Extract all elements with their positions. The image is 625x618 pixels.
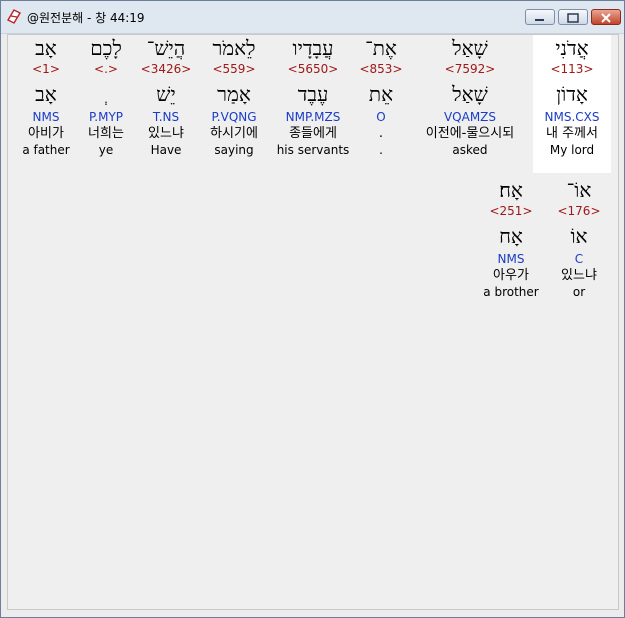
korean-gloss: 있느냐: [561, 268, 597, 283]
strong-number: <1>: [32, 62, 60, 76]
parse-code: NMS: [32, 110, 60, 124]
close-icon: [601, 13, 611, 23]
parse-code: P.VQNG: [211, 110, 257, 124]
word-column[interactable]: אָח׃ <251> אָח NMS 아우가 a brother: [478, 177, 544, 300]
word-column[interactable]: לָכֶם <.> ְ P.MYP 너희는 ye: [78, 35, 134, 158]
parse-code: P.MYP: [88, 110, 124, 124]
parse-code: NMP.MZS: [285, 110, 341, 124]
word-column[interactable]: אֲדֹנִי <113> אָדוֹן NMS.CXS 내 주께서 My lo…: [533, 35, 611, 173]
maximize-icon: [567, 13, 579, 23]
parse-code: T.NS: [152, 110, 180, 124]
hebrew-word: אוֹ־: [566, 178, 592, 202]
minimize-button[interactable]: [525, 9, 555, 25]
korean-gloss: 너희는: [88, 126, 124, 141]
english-gloss: a brother: [483, 285, 539, 299]
strong-number: <176>: [557, 204, 601, 218]
korean-gloss: 내 주께서: [546, 126, 598, 141]
lemma-word: אָב: [35, 82, 57, 106]
lemma-word: ְ: [78, 79, 134, 109]
hebrew-word: עֲבָדָיו: [292, 36, 334, 60]
english-gloss: .: [379, 143, 383, 157]
english-gloss: Have: [150, 143, 182, 157]
app-window: @원전분해 - 창 44:19 אֲדֹנִי <113> אָדוֹן NMS…: [0, 0, 625, 618]
korean-gloss: 하시기에: [210, 126, 258, 141]
english-gloss: ye: [98, 143, 114, 157]
lemma-word: אֵת: [368, 82, 394, 106]
strong-number: <853>: [359, 62, 403, 76]
lemma-word: אָמַר: [217, 82, 251, 106]
strong-number: <113>: [550, 62, 594, 76]
word-column[interactable]: אֶת־ <853> אֵת O . .: [356, 35, 406, 158]
lemma-word: אוֹ: [570, 224, 588, 248]
word-column[interactable]: הֲיֵשׁ־ <3426> יֵשׁ T.NS 있느냐 Have: [138, 35, 194, 158]
hebrew-word: אֲדֹנִי: [555, 36, 589, 60]
korean-gloss: 있느냐: [148, 126, 184, 141]
lemma-word: שָׁאַל: [452, 82, 488, 106]
strong-number: <3426>: [140, 62, 192, 76]
word-column[interactable]: עֲבָדָיו <5650> עֶבֶד NMP.MZS 종들에게 his s…: [272, 35, 354, 158]
parse-code: NMS.CXS: [544, 110, 600, 124]
strong-number: <7592>: [444, 62, 496, 76]
strong-number: <5650>: [287, 62, 339, 76]
english-gloss: a father: [22, 143, 70, 157]
hebrew-word: לָכֶם: [90, 36, 122, 60]
parse-code: VQAMZS: [443, 110, 497, 124]
strong-number: <251>: [489, 204, 533, 218]
maximize-button[interactable]: [558, 9, 588, 25]
close-button[interactable]: [591, 9, 621, 25]
korean-gloss: 종들에게: [289, 126, 337, 141]
english-gloss: asked: [452, 143, 488, 157]
lemma-word: יֵשׁ: [156, 82, 176, 106]
english-gloss: his servants: [276, 143, 350, 157]
parse-code: NMS: [497, 252, 525, 266]
strong-number: <559>: [212, 62, 256, 76]
parse-code: C: [574, 252, 584, 266]
english-gloss: saying: [214, 143, 254, 157]
korean-gloss: 아비가: [28, 126, 64, 141]
hebrew-word: אָח׃: [499, 178, 523, 202]
window-title: @원전분해 - 창 44:19: [27, 11, 145, 25]
hebrew-word: הֲיֵשׁ־: [146, 36, 186, 60]
word-column[interactable]: אָב <1> אָב NMS 아비가 a father: [18, 35, 74, 158]
parse-code: O: [376, 110, 386, 124]
korean-gloss: 아우가: [493, 268, 529, 283]
hebrew-word: שָׁאַל: [452, 36, 488, 60]
korean-gloss: 이전에-물으시되: [425, 126, 515, 141]
app-icon: [7, 9, 21, 24]
english-gloss: My lord: [549, 143, 595, 157]
english-gloss: or: [572, 285, 586, 299]
hebrew-word: אֶת־: [365, 36, 397, 60]
strong-number: <.>: [94, 62, 118, 76]
hebrew-word: אָב: [35, 36, 57, 60]
lemma-word: אָח: [499, 224, 523, 248]
interlinear-panel[interactable]: אֲדֹנִי <113> אָדוֹן NMS.CXS 내 주께서 My lo…: [7, 34, 619, 610]
word-column[interactable]: לֵאמֹר <559> אָמַר P.VQNG 하시기에 saying: [198, 35, 270, 158]
lemma-word: עֶבֶד: [297, 82, 329, 106]
hebrew-word: לֵאמֹר: [212, 36, 256, 60]
title-bar[interactable]: @원전분해 - 창 44:19: [1, 1, 624, 34]
word-column[interactable]: אוֹ־ <176> אוֹ C 있느냐 or: [546, 177, 612, 300]
korean-gloss: .: [378, 126, 384, 141]
minimize-icon: [535, 19, 544, 21]
word-column[interactable]: שָׁאַל <7592> שָׁאַל VQAMZS 이전에-물으시되 ask…: [410, 35, 530, 158]
lemma-word: אָדוֹן: [556, 82, 588, 106]
